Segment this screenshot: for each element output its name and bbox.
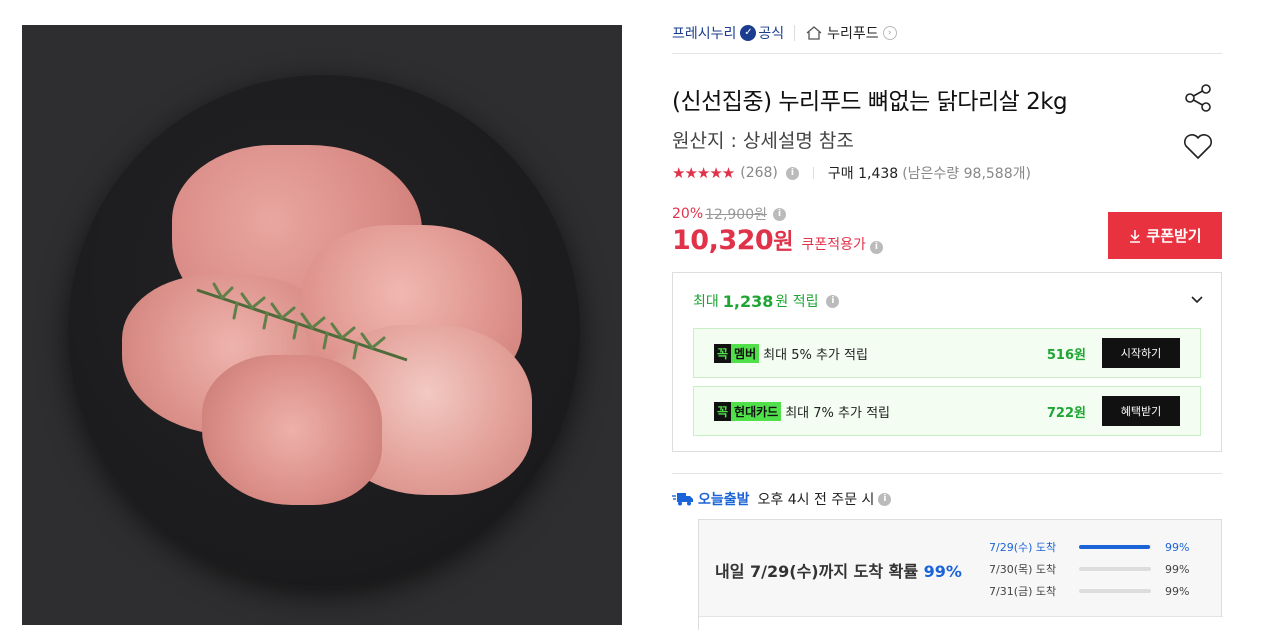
info-icon[interactable]: i [878,492,892,506]
discount-line: 20% 12,900원 i [672,204,786,224]
product-origin: 원산지 : 상세설명 참조 [672,130,854,152]
reward-amount: 1,238 [722,291,774,311]
today-ship-label: 오늘출발 [698,492,750,508]
arrival-date: 7/30(목) 도착 [989,563,1057,576]
reward-row-card: 꼭 현대카드 최대 7% 추가 적립 722원 혜택받기 [693,386,1201,436]
official-label: 공식 [758,26,785,42]
reward-row-member: 꼭 멤버 최대 5% 추가 적립 516원 시작하기 [693,328,1201,378]
info-icon[interactable]: i [826,294,840,308]
reward-prefix: 최대 [693,294,719,310]
price-number: 10,320 [672,225,774,256]
info-icon[interactable]: i [773,207,786,221]
original-price: 12,900원 [705,207,767,223]
reward-box: 최대 1,238 원 적립 i 꼭 멤버 최대 5% 추가 적립 516원 시작하… [672,272,1222,452]
price-unit: 원 [773,230,794,255]
star-rating: ★★★★★ [672,164,735,182]
card-badge: 꼭 현대카드 [714,401,782,421]
arrival-date: 7/29(수) 도착 [989,541,1057,554]
product-title: (신선집중) 누리푸드 뼈없는 닭다리살 2kg [672,89,1068,115]
divider [794,25,796,41]
get-benefit-button[interactable]: 혜택받기 [1102,396,1180,426]
coupon-applied-label: 쿠폰적용가 [801,237,866,253]
reward-suffix: 원 적립 [775,294,819,310]
divider [672,473,1222,474]
purchase-count: 구매 1,438 [827,166,899,182]
chevron-right-icon[interactable]: › [882,26,897,40]
coupon-button-label: 쿠폰받기 [1146,227,1202,245]
info-icon[interactable]: i [869,241,883,254]
divider [812,167,814,179]
store-link[interactable]: 누리푸드 [827,23,879,43]
arrival-pct: 99% [1165,562,1190,576]
arrival-prob: 99% [923,562,962,581]
home-icon [806,26,822,40]
reward-row-amount: 722원 [1046,405,1086,421]
badge-k: 꼭 [714,343,732,363]
arrival-footer [699,616,1223,630]
start-membership-button[interactable]: 시작하기 [1102,338,1180,368]
final-price: 10,320 원 쿠폰적용가 i [672,224,883,256]
info-icon[interactable]: i [785,166,799,180]
arrival-pct: 99% [1165,584,1190,598]
badge-k: 꼭 [714,401,732,421]
arrival-pct: 99% [1165,540,1190,554]
reward-header[interactable]: 최대 1,238 원 적립 i [693,291,840,311]
heart-icon[interactable] [1182,130,1214,162]
arrival-row: 7/31(금) 도착 99% [989,583,1189,599]
review-count[interactable]: (268) [740,165,778,181]
arrival-bar [1079,589,1151,593]
badge-name: 멤버 [731,343,760,363]
arrival-row: 7/30(목) 도착 99% [989,561,1189,577]
arrival-row: 7/29(수) 도착 99% [989,539,1189,555]
badge-name: 현대카드 [731,401,782,421]
member-badge: 꼭 멤버 [714,343,760,363]
arrival-summary: 내일 7/29(수)까지 도착 확률 99% [715,558,962,582]
arrival-probability-box: 내일 7/29(수)까지 도착 확률 99% 7/29(수) 도착 99% 7/… [698,519,1223,630]
chicken-thigh-meat [202,355,382,505]
coupon-download-button[interactable]: 쿠폰받기 [1108,212,1222,259]
download-icon [1130,229,1141,243]
divider [672,53,1222,54]
verified-check-icon: ✓ [740,25,757,41]
arrival-bar [1079,545,1151,549]
reward-row-desc: 최대 5% 추가 적립 [763,347,868,363]
arrival-date: 7/31(금) 도착 [989,585,1057,598]
reward-row-amount: 516원 [1046,347,1086,363]
arrival-text: 내일 7/29(수)까지 도착 확률 [715,562,919,581]
ship-condition: 오후 4시 전 주문 시 [757,492,875,508]
share-icon[interactable] [1182,82,1214,114]
arrival-bar [1079,567,1151,571]
discount-percent: 20% [672,206,704,222]
reward-row-desc: 최대 7% 추가 적립 [785,405,890,421]
rating-row: ★★★★★ (268) i 구매 1,438 (남은수량 98,588개) [672,163,1031,183]
shipping-line: 오늘출발 오후 4시 전 주문 시 i [672,489,892,509]
chevron-down-icon[interactable] [1189,291,1205,307]
arrival-bar-fill [1079,545,1151,549]
rosemary-sprig [196,282,408,362]
truck-icon [672,493,693,506]
product-image[interactable] [22,25,622,625]
remaining-stock: (남은수량 98,588개) [902,166,1031,182]
seller-line: 프레시누리 ✓ 공식 누리푸드 › [672,22,897,44]
seller-brand-link[interactable]: 프레시누리 [672,23,736,43]
